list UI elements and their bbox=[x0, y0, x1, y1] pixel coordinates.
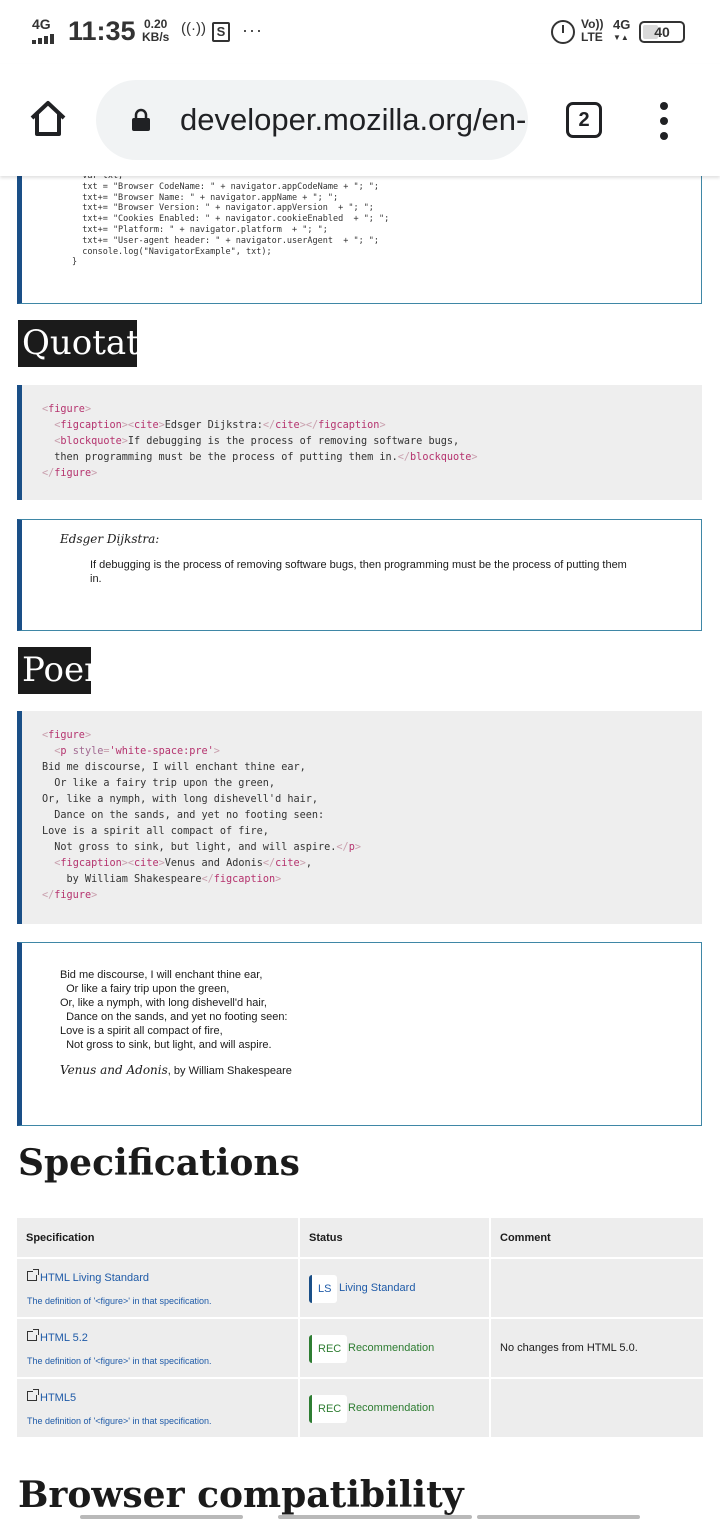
network-4g-icon: 4G ▼▲ bbox=[613, 18, 630, 44]
spec-link[interactable]: HTML 5.2 bbox=[27, 1329, 88, 1344]
spec-description: The definition of '<figure>' in that spe… bbox=[27, 1416, 212, 1426]
network-speed: 0.20 KB/s bbox=[142, 18, 169, 44]
table-header-row: Specification Status Comment bbox=[17, 1218, 703, 1257]
browser-toolbar: developer.mozilla.org/en-US/docs/Web/HTM… bbox=[0, 64, 720, 176]
sim-icon: S bbox=[212, 22, 230, 42]
status-badge: REC bbox=[309, 1335, 348, 1363]
clock: 11:35 bbox=[68, 16, 136, 46]
external-link-icon bbox=[27, 1269, 39, 1282]
home-icon bbox=[30, 101, 66, 136]
home-button[interactable] bbox=[28, 98, 68, 138]
alarm-icon bbox=[551, 20, 575, 44]
status-bar: 4G 11:35 0.20 KB/s ((·)) S ··· Vo)) LTE … bbox=[0, 0, 720, 64]
dot-icon bbox=[660, 102, 668, 110]
status-badge: LS bbox=[309, 1275, 338, 1303]
more-menu-button[interactable] bbox=[656, 102, 672, 140]
code-example-poem: <figure> <p style='white-space:pre'> Bid… bbox=[17, 711, 702, 924]
signal-icon: 4G bbox=[30, 16, 62, 46]
network-type: 4G bbox=[32, 16, 51, 32]
status-badge: REC bbox=[309, 1395, 348, 1423]
data-arrows: ▼▲ bbox=[613, 33, 629, 42]
table-row: HTML5 The definition of '<figure>' in th… bbox=[17, 1379, 703, 1437]
status-text: Recommendation bbox=[348, 1342, 435, 1354]
tab-switcher-button[interactable]: 2 bbox=[566, 102, 602, 138]
horizontal-scrollbar-segment[interactable] bbox=[278, 1515, 472, 1519]
volte-bottom: LTE bbox=[581, 30, 603, 44]
column-header: Specification bbox=[26, 1232, 95, 1244]
code-example-quotation: <figure> <figcaption><cite>Edsger Dijkst… bbox=[17, 385, 702, 500]
column-header: Comment bbox=[500, 1232, 551, 1244]
more-notifications-icon: ··· bbox=[242, 20, 263, 40]
page-content: var txt; txt = "Browser CodeName: " + na… bbox=[0, 176, 720, 1520]
poem-text: Bid me discourse, I will enchant thine e… bbox=[60, 969, 288, 1051]
code-text: var txt; txt = "Browser CodeName: " + na… bbox=[72, 176, 390, 268]
spec-link[interactable]: HTML5 bbox=[27, 1389, 76, 1404]
speed-unit: KB/s bbox=[142, 30, 170, 44]
lock-icon bbox=[132, 108, 150, 131]
code-text: <figure> <p style='white-space:pre'> Bid… bbox=[42, 730, 361, 901]
status-text: Recommendation bbox=[348, 1402, 435, 1414]
spec-description: The definition of '<figure>' in that spe… bbox=[27, 1296, 212, 1306]
poem-author: , by William Shakespeare bbox=[167, 1065, 292, 1077]
table-row: HTML Living Standard The definition of '… bbox=[17, 1259, 703, 1317]
url-text[interactable]: developer.mozilla.org/en-US/docs/Web/HTM… bbox=[180, 102, 528, 138]
heading-poems: Poems bbox=[18, 647, 91, 694]
hotspot-icon: ((·)) bbox=[181, 20, 206, 37]
horizontal-scrollbar-segment[interactable] bbox=[477, 1515, 640, 1519]
spec-description: The definition of '<figure>' in that spe… bbox=[27, 1356, 212, 1366]
poem-demo: Bid me discourse, I will enchant thine e… bbox=[17, 942, 702, 1126]
spec-name[interactable]: HTML5 bbox=[40, 1392, 76, 1404]
status-text: Living Standard bbox=[339, 1282, 416, 1294]
spec-link[interactable]: HTML Living Standard bbox=[27, 1269, 149, 1284]
table-row: HTML 5.2 The definition of '<figure>' in… bbox=[17, 1319, 703, 1377]
heading-quotations: Quotations bbox=[18, 320, 137, 367]
heading-browser-compatibility: Browser compatibility bbox=[18, 1474, 464, 1516]
column-header: Status bbox=[309, 1232, 343, 1244]
spec-name[interactable]: HTML 5.2 bbox=[40, 1332, 88, 1344]
blockquote: If debugging is the process of removing … bbox=[90, 559, 627, 585]
address-bar[interactable]: developer.mozilla.org/en-US/docs/Web/HTM… bbox=[96, 80, 528, 160]
poem-figcaption: Venus and Adonis, by William Shakespeare bbox=[60, 1063, 292, 1077]
network-4g-label: 4G bbox=[613, 17, 631, 32]
external-link-icon bbox=[27, 1329, 39, 1342]
horizontal-scrollbar-segment[interactable] bbox=[80, 1515, 243, 1519]
code-example-navigator: var txt; txt = "Browser CodeName: " + na… bbox=[17, 176, 702, 304]
external-link-icon bbox=[27, 1389, 39, 1402]
poem-cite: Venus and Adonis bbox=[60, 1063, 168, 1077]
code-text: <figure> <figcaption><cite>Edsger Dijkst… bbox=[42, 404, 478, 479]
spec-name[interactable]: HTML Living Standard bbox=[40, 1272, 149, 1284]
battery-icon: 40 bbox=[639, 21, 685, 43]
heading-specifications: Specifications bbox=[18, 1142, 300, 1184]
battery-level: 40 bbox=[654, 24, 670, 40]
volte-icon: Vo)) LTE bbox=[581, 18, 603, 44]
figcaption: Edsger Dijkstra: bbox=[60, 532, 160, 546]
dot-icon bbox=[660, 132, 668, 140]
comment: No changes from HTML 5.0. bbox=[500, 1342, 638, 1354]
dot-icon bbox=[660, 117, 668, 125]
quotation-demo: Edsger Dijkstra: If debugging is the pro… bbox=[17, 519, 702, 631]
